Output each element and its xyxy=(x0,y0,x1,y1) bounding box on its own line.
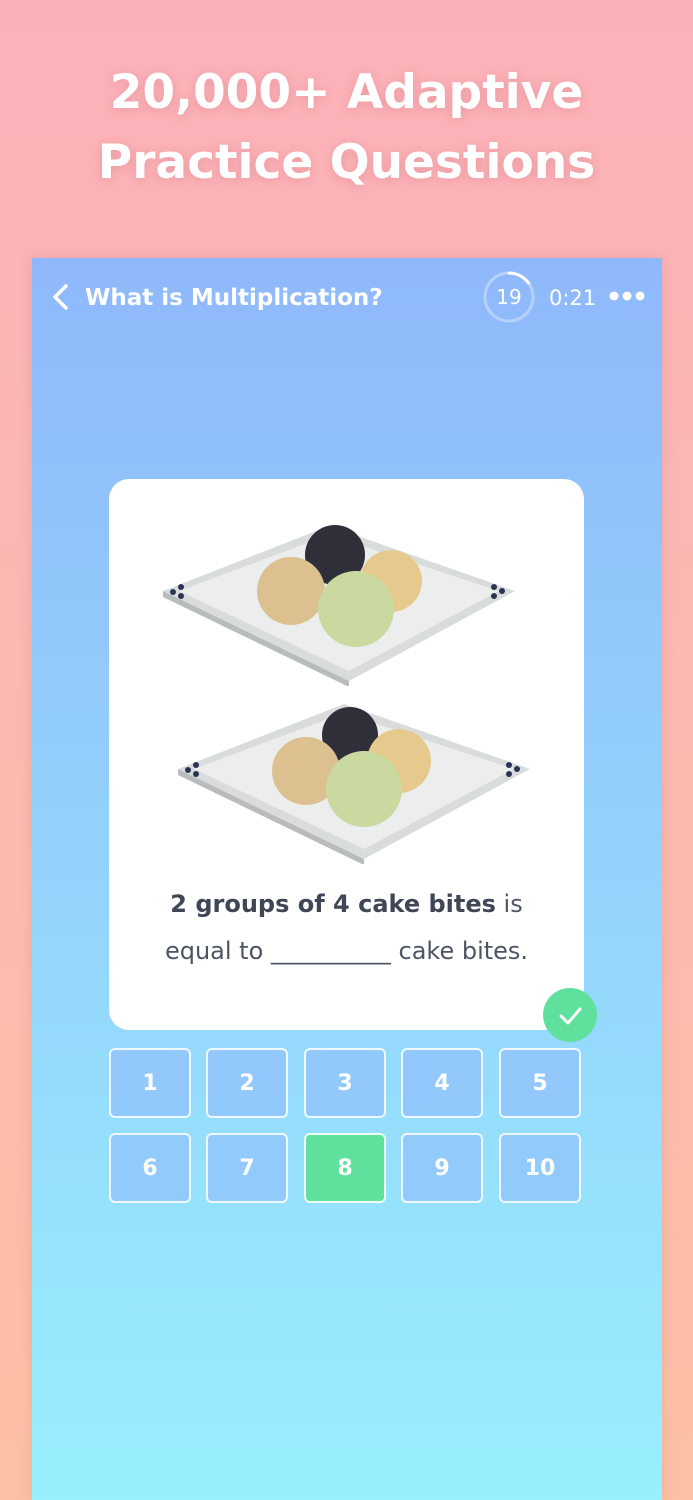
question-bold: 2 groups of 4 cake bites xyxy=(170,890,496,918)
question-text: 2 groups of 4 cake bites is equal to ___… xyxy=(109,881,584,975)
question-counter: 19 xyxy=(482,270,536,324)
answer-option-5[interactable]: 5 xyxy=(499,1048,581,1118)
back-chevron-icon xyxy=(53,284,68,310)
top-bar: What is Multiplication? 19 0:21 xyxy=(32,258,662,338)
answer-option-8[interactable]: 8 xyxy=(304,1133,386,1203)
question-line2-prefix: equal to xyxy=(164,937,271,965)
cake-plate-image xyxy=(178,704,530,864)
back-button[interactable] xyxy=(46,282,76,312)
question-line2-suffix: cake bites. xyxy=(390,937,529,965)
timer: 0:21 xyxy=(549,286,597,310)
answer-blank: __________ xyxy=(270,937,391,965)
promo-headline: 20,000+ Adaptive Practice Questions xyxy=(0,58,693,198)
answer-option-9[interactable]: 9 xyxy=(401,1133,483,1203)
lesson-title: What is Multiplication? xyxy=(85,285,383,311)
headline-line-2: Practice Questions xyxy=(97,135,596,190)
cake-plate-image xyxy=(163,525,515,686)
question-card: 2 groups of 4 cake bites is equal to ___… xyxy=(109,479,584,1030)
submit-check-button[interactable] xyxy=(543,988,597,1042)
answer-option-7[interactable]: 7 xyxy=(206,1133,288,1203)
answer-option-6[interactable]: 6 xyxy=(109,1133,191,1203)
answer-option-3[interactable]: 3 xyxy=(304,1048,386,1118)
more-dots-icon xyxy=(609,291,645,301)
app-screen: What is Multiplication? 19 0:21 2 groups… xyxy=(32,258,662,1500)
answer-option-1[interactable]: 1 xyxy=(109,1048,191,1118)
more-button[interactable] xyxy=(608,286,646,306)
question-number: 19 xyxy=(496,285,522,309)
answer-option-2[interactable]: 2 xyxy=(206,1048,288,1118)
question-after-bold: is xyxy=(495,890,523,918)
headline-line-1: 20,000+ Adaptive xyxy=(109,65,584,120)
answer-option-4[interactable]: 4 xyxy=(401,1048,483,1118)
answer-option-10[interactable]: 10 xyxy=(499,1133,581,1203)
checkmark-icon xyxy=(559,1007,582,1025)
